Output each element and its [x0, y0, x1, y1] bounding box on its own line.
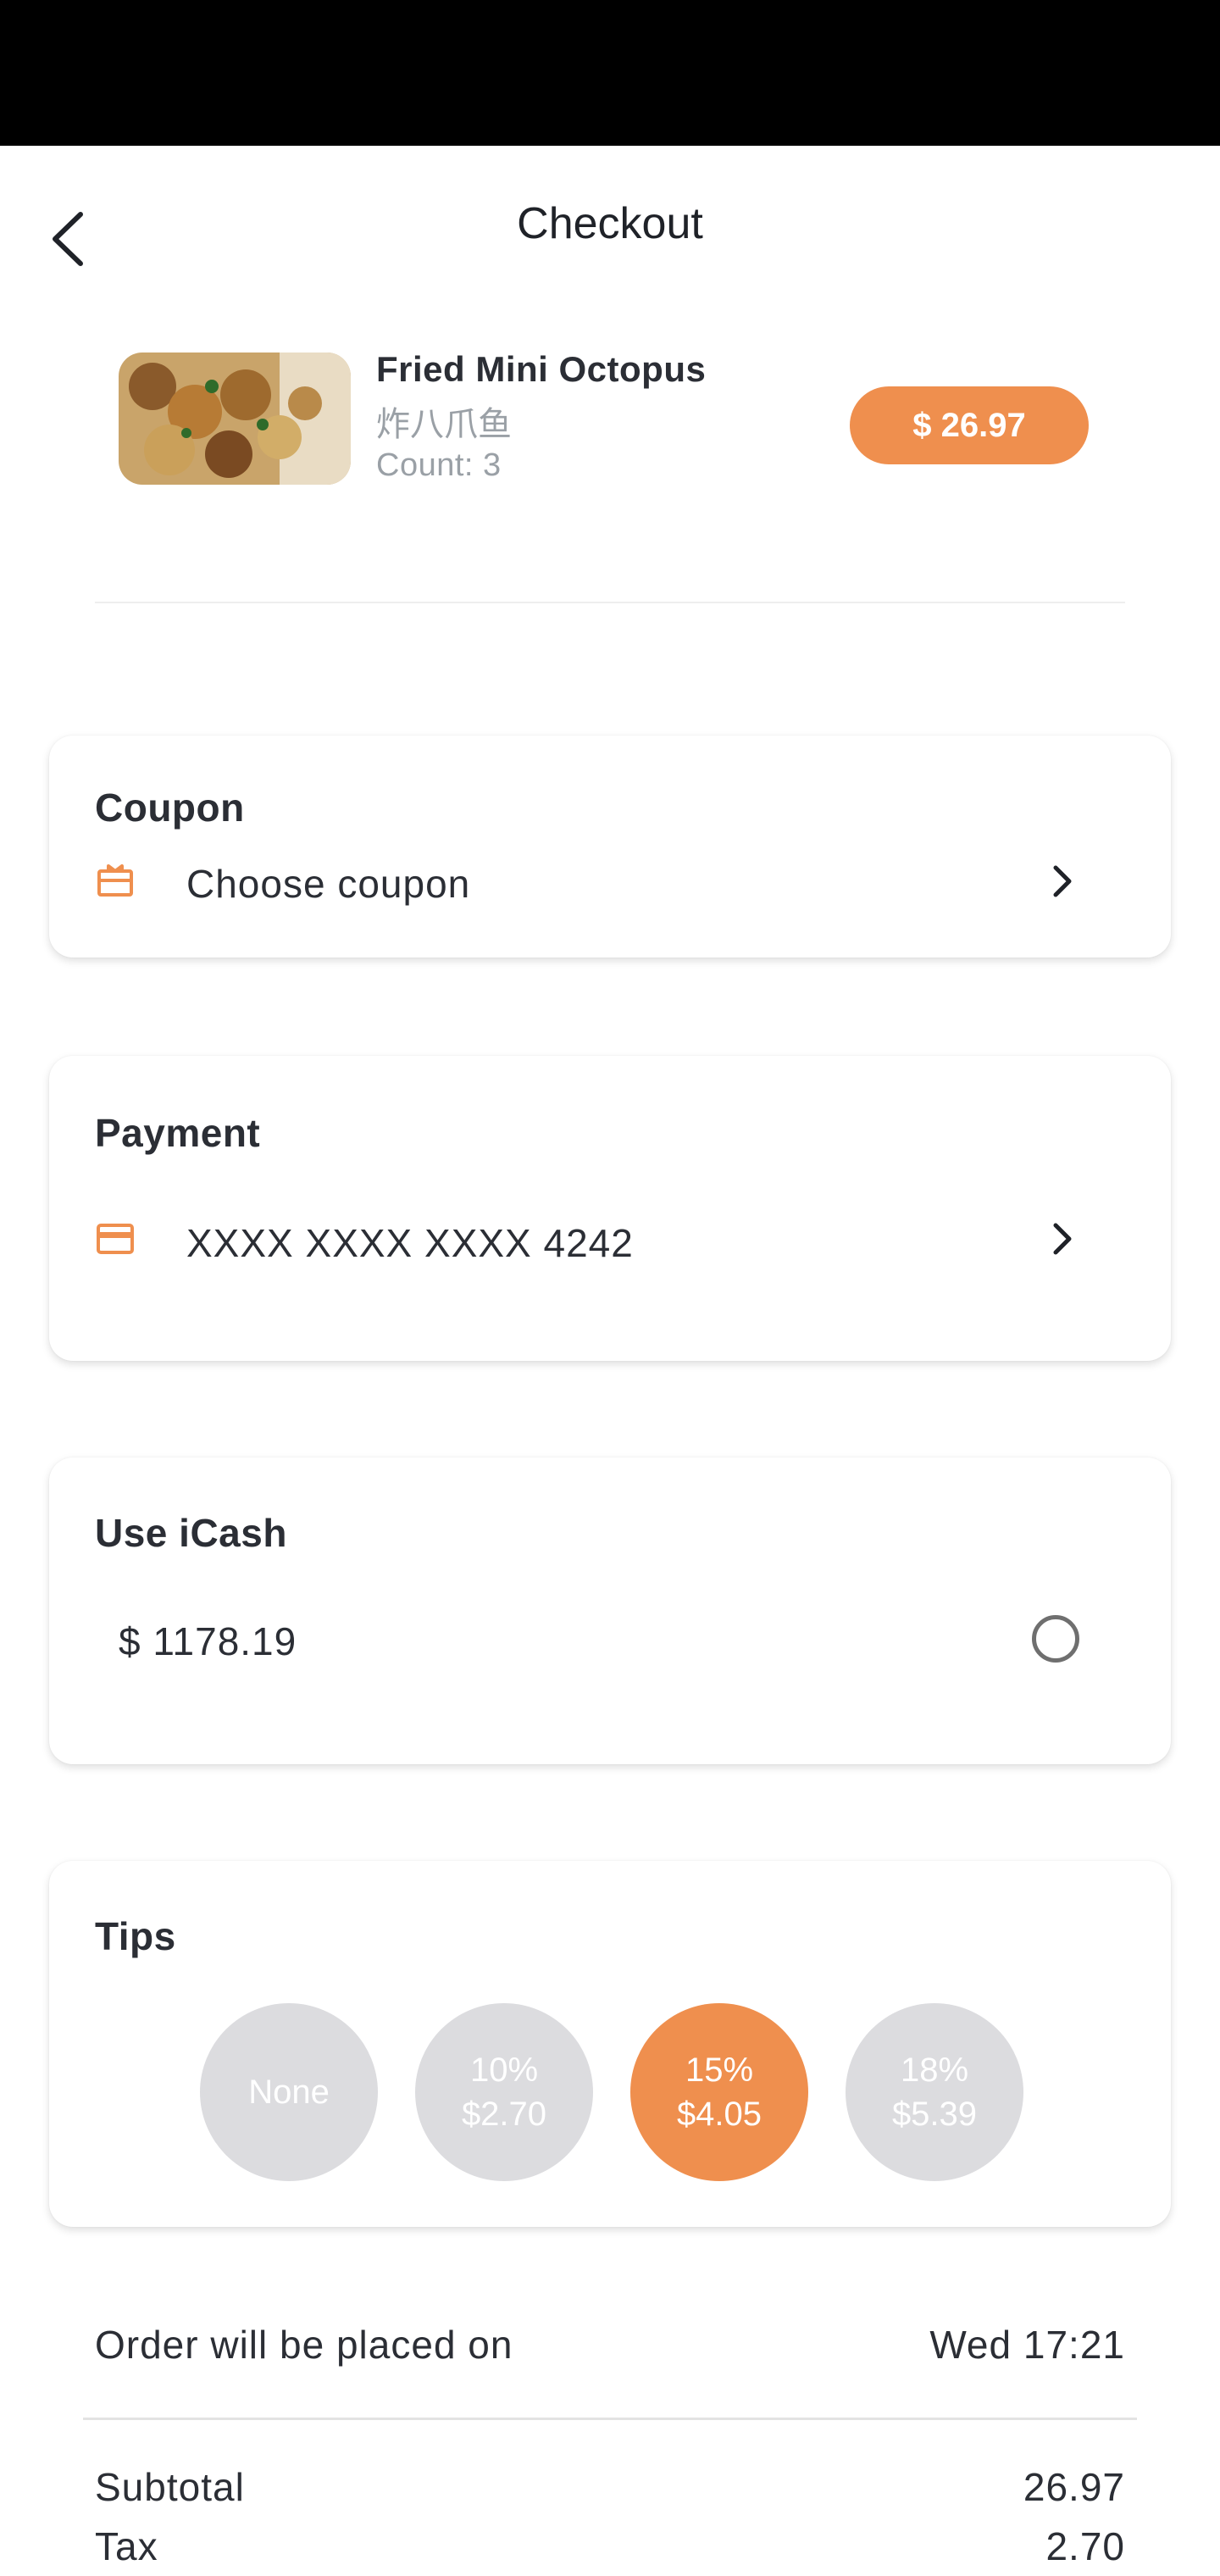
food-image: [119, 353, 351, 485]
payment-title: Payment: [95, 1111, 261, 1155]
icash-card[interactable]: Use iCash $ 1178.19: [49, 1457, 1171, 1764]
cart-item: Fried Mini Octopus 炸八爪鱼 Count: 3 $ 26.97: [119, 349, 1093, 488]
tips-card: Tips None 10% $2.70 15% $4.05 18% $5.39: [49, 1861, 1171, 2227]
coupon-title: Coupon: [95, 786, 245, 830]
tip-percent: 18%: [900, 2051, 969, 2089]
header: Checkout: [0, 146, 1220, 315]
chevron-right-icon[interactable]: [1047, 861, 1078, 902]
gift-icon: [97, 864, 133, 897]
order-time: Wed 17:21: [929, 2323, 1125, 2367]
tip-percent: 15%: [685, 2051, 754, 2089]
tip-amount: $5.39: [891, 2096, 978, 2133]
tip-option-10[interactable]: 10% $2.70: [415, 2003, 593, 2181]
tax-label: Tax: [95, 2524, 158, 2568]
subtotal-value: 26.97: [1023, 2465, 1125, 2509]
icash-radio[interactable]: [1032, 1615, 1079, 1663]
subtotal-row: Subtotal 26.97: [95, 2464, 1125, 2510]
tax-row: Tax 2.70: [95, 2523, 1125, 2569]
divider: [95, 602, 1125, 603]
tip-amount: $2.70: [461, 2096, 547, 2133]
icash-title: Use iCash: [95, 1511, 287, 1555]
icash-balance: $ 1178.19: [119, 1619, 297, 1663]
card-number: XXXX XXXX XXXX 4242: [186, 1221, 634, 1265]
coupon-card[interactable]: Coupon Choose coupon: [49, 736, 1171, 958]
tip-option-15[interactable]: 15% $4.05: [630, 2003, 808, 2181]
tax-value: 2.70: [1045, 2524, 1125, 2568]
tip-amount: $4.05: [676, 2096, 762, 2133]
subtotal-label: Subtotal: [95, 2465, 245, 2509]
tip-options: None 10% $2.70 15% $4.05 18% $5.39: [200, 2003, 1023, 2181]
tip-percent: 10%: [469, 2051, 539, 2089]
chevron-right-icon[interactable]: [1047, 1219, 1078, 1259]
tip-option-18[interactable]: 18% $5.39: [846, 2003, 1023, 2181]
order-label: Order will be placed on: [95, 2323, 513, 2367]
divider: [83, 2418, 1137, 2420]
order-time-row: Order will be placed on Wed 17:21: [95, 2322, 1125, 2368]
item-name: Fried Mini Octopus: [376, 349, 707, 389]
tip-label: None: [248, 2074, 330, 2111]
item-name-chinese: 炸八爪鱼: [376, 406, 512, 443]
choose-coupon-label: Choose coupon: [186, 862, 471, 906]
tip-option-none[interactable]: None: [200, 2003, 378, 2181]
credit-card-icon: [97, 1224, 134, 1254]
payment-card[interactable]: Payment XXXX XXXX XXXX 4242: [49, 1056, 1171, 1361]
tips-title: Tips: [95, 1914, 176, 1958]
status-bar: [0, 0, 1220, 146]
price-badge: $ 26.97: [850, 386, 1089, 464]
item-count: Count: 3: [376, 447, 502, 483]
page-title: Checkout: [517, 199, 703, 248]
